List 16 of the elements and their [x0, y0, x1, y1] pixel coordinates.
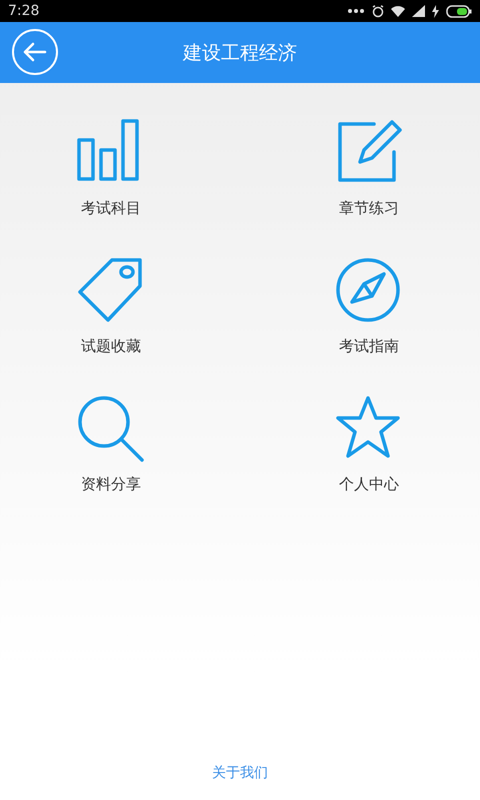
menu-label[interactable]: 考试科目	[81, 199, 141, 218]
page-title: 建设工程经济	[183, 40, 297, 66]
signal-icon	[412, 5, 425, 17]
battery-icon	[446, 4, 472, 18]
more-dots-icon	[347, 8, 365, 14]
search-icon[interactable]	[76, 394, 146, 462]
charging-icon	[432, 4, 439, 18]
alarm-icon	[372, 4, 384, 18]
menu-label[interactable]: 考试指南	[339, 337, 399, 356]
menu-label[interactable]: 章节练习	[339, 199, 399, 218]
menu-label[interactable]: 试题收藏	[81, 337, 141, 356]
clock-time: 7:28	[8, 3, 40, 19]
menu-label[interactable]: 资料分享	[81, 475, 141, 494]
back-button[interactable]	[11, 28, 59, 76]
wifi-icon	[391, 6, 405, 16]
menu-label[interactable]: 个人中心	[339, 475, 399, 494]
